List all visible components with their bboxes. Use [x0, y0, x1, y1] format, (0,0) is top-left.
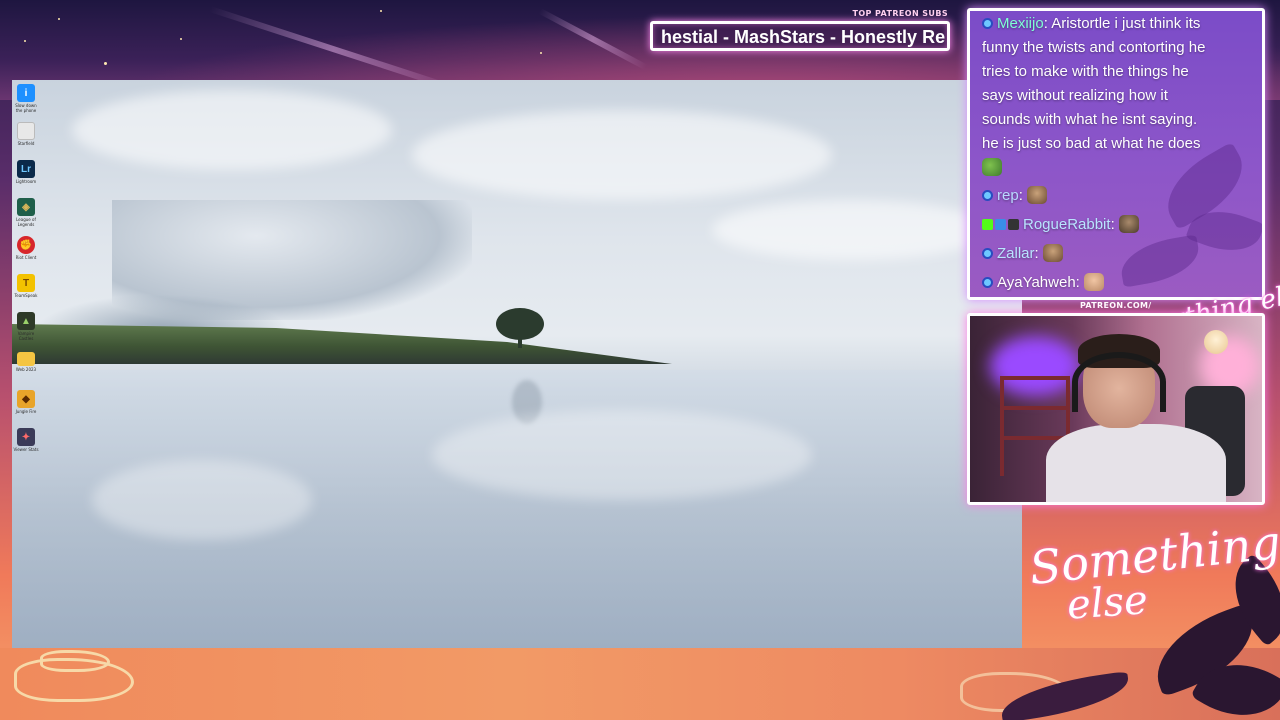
app-icon: ◆	[17, 390, 35, 408]
desktop-icon[interactable]: T TeamSpeak	[12, 274, 40, 308]
fist-emote-icon	[1118, 215, 1139, 233]
grass-peninsula	[12, 324, 672, 364]
chat-text-line: tries to make with the things he	[982, 63, 1189, 80]
chat-message: Mexiijo: Aristortle i just think its fun…	[982, 12, 1257, 180]
brand-line-2: else	[1065, 577, 1150, 629]
crack-pattern	[40, 650, 110, 672]
shelf	[1000, 376, 1004, 476]
app-icon: T	[17, 274, 35, 292]
star	[104, 62, 107, 65]
desktop-icon-label: Starfield	[17, 141, 35, 146]
desktop-icon-label: Slow down the phone	[15, 103, 37, 113]
gift-badge-icon	[1008, 219, 1019, 230]
chat-username[interactable]: rep	[997, 187, 1019, 204]
league-of-legends-icon: ◈	[17, 198, 35, 216]
light-beam	[538, 8, 648, 70]
chat-badge-icon	[982, 190, 993, 201]
patreon-subs-ticker: hestial - MashStars - Honestly Re	[650, 21, 950, 51]
lightroom-icon: Lr	[17, 160, 35, 178]
riot-client-icon: ✊	[17, 236, 35, 254]
desktop-capture	[12, 80, 1022, 648]
chat-username[interactable]: Zallar	[997, 245, 1035, 262]
patreon-url: PATREON.COM/	[1080, 301, 1152, 310]
star	[58, 18, 60, 20]
streamer-shirt	[1046, 424, 1226, 502]
top-patreon-subs-title: TOP PATREON SUBS	[852, 9, 948, 18]
info-icon: i	[17, 84, 35, 102]
chat-text-line: says without realizing how it	[982, 87, 1168, 104]
palm-decor	[1117, 234, 1203, 288]
cloud-reflection	[92, 460, 312, 540]
file-icon	[17, 122, 35, 140]
kick-badge-icon	[982, 219, 993, 230]
chat-text-line: sounds with what he isnt saying.	[982, 111, 1198, 128]
desktop-icon-label: Riot Client	[15, 255, 37, 260]
desktop-icon[interactable]: Web 2023	[12, 352, 40, 386]
desktop-icon[interactable]: ▲ Vampire Castles	[12, 312, 40, 346]
cloud	[412, 110, 832, 200]
chat-username[interactable]: AyaYahweh	[997, 274, 1076, 291]
desktop-icon[interactable]: ✊ Riot Client	[12, 236, 40, 270]
chat-message: rep:	[982, 184, 1048, 208]
mascot-icon	[1204, 330, 1228, 354]
chat-text-line: he is just so bad at what he does	[982, 135, 1201, 152]
chat-message: Zallar:	[982, 242, 1063, 266]
pepe-emote-icon	[982, 158, 1002, 176]
hand-emote-icon	[1084, 273, 1105, 291]
desktop-icon[interactable]: ◈ League of Legends	[12, 198, 40, 232]
star	[540, 52, 542, 54]
game-icon: ▲	[17, 312, 35, 330]
cloud	[712, 200, 992, 260]
tree-trunk	[518, 332, 522, 348]
chat-panel: Mexiijo: Aristortle i just think its fun…	[967, 8, 1265, 300]
folder-icon	[17, 352, 35, 366]
sub-badge-icon	[995, 219, 1006, 230]
cat-emote-icon	[1042, 244, 1063, 262]
desktop-icon-label: Web 2023	[15, 367, 37, 372]
chat-badge-icon	[982, 18, 993, 29]
desktop-icon-label: Jungle Fire	[15, 409, 37, 414]
chat-username[interactable]: RogueRabbit	[1023, 216, 1111, 233]
app-icon: ✦	[17, 428, 35, 446]
desktop-icon-label: League of Legends	[16, 217, 36, 227]
desktop-icon-label: Viewer Stats	[13, 447, 39, 452]
cat-emote-icon	[1027, 186, 1048, 204]
chat-message: AyaYahweh:	[982, 271, 1105, 295]
chat-text-line: funny the twists and contorting he	[982, 39, 1206, 56]
desktop-icon[interactable]: ◆ Jungle Fire	[12, 390, 40, 424]
ticker-text: hestial - MashStars - Honestly Re	[661, 27, 946, 47]
desktop-icon-label: Vampire Castles	[17, 331, 35, 341]
star	[24, 40, 26, 42]
star	[380, 10, 382, 12]
desktop-icon[interactable]: i Slow down the phone	[12, 84, 40, 118]
chat-badge-icon	[982, 248, 993, 259]
star	[180, 38, 182, 40]
desktop-icon[interactable]: Lr Lightroom	[12, 160, 40, 194]
shelf	[1000, 376, 1070, 380]
brand-something-else: Something else	[1025, 510, 1280, 630]
desktop-icon[interactable]: Starfield	[12, 122, 40, 156]
desktop-icon-label: Lightroom	[15, 179, 37, 184]
desktop-icon-label: TeamSpeak	[14, 293, 38, 298]
desktop-icon[interactable]: ✦ Viewer Stats	[12, 428, 40, 462]
shelf	[1000, 406, 1070, 410]
chat-message: RogueRabbit:	[982, 213, 1139, 237]
chat-username[interactable]: Mexiijo	[997, 15, 1044, 32]
chat-badge-icon	[982, 277, 993, 288]
headphones	[1072, 352, 1166, 412]
cloud	[72, 90, 392, 170]
cloud-reflection	[432, 410, 812, 500]
chat-text-line: Aristortle i just think its	[1051, 15, 1201, 32]
